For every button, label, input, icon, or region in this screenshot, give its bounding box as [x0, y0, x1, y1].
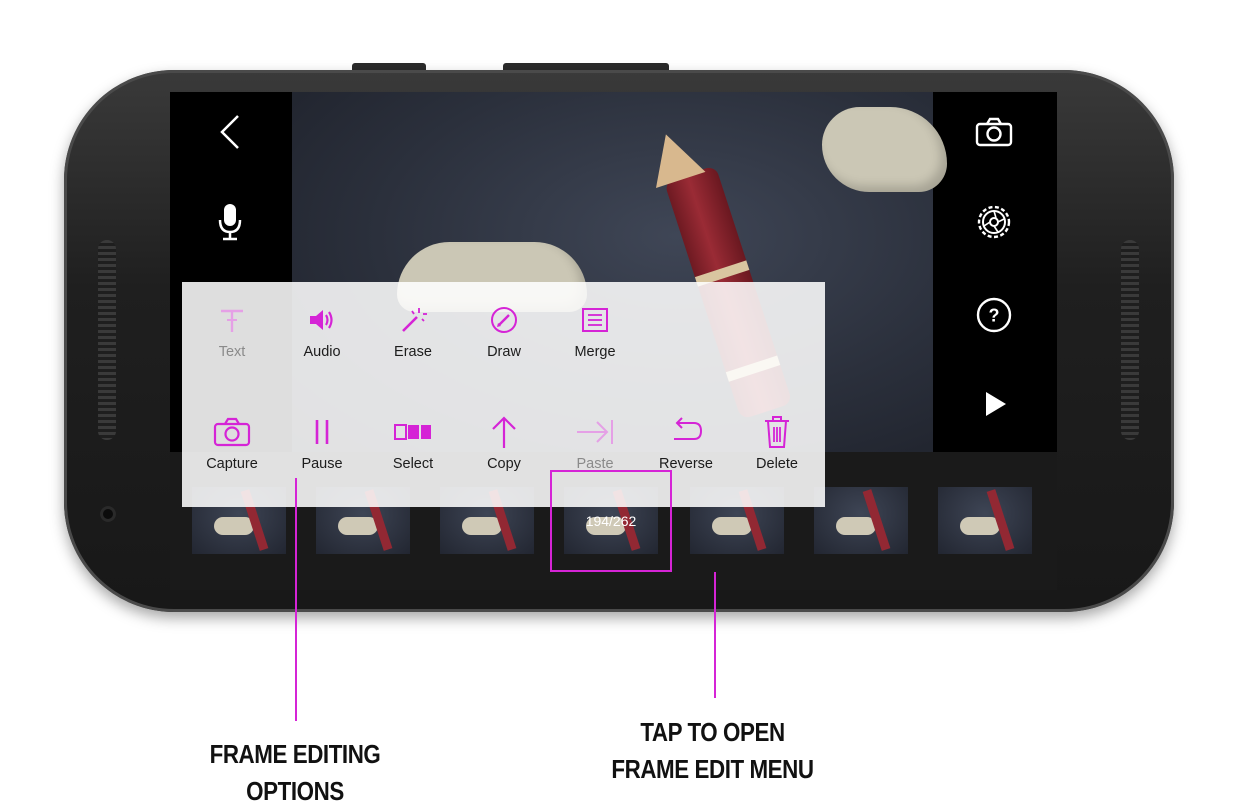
- frame-editing-callout-line2: OPTIONS: [246, 776, 344, 806]
- microphone-icon: [218, 204, 242, 241]
- tap-open-callout-line2: FRAME EDIT MENU: [611, 754, 814, 784]
- frame-editing-callout-line1: FRAME EDITING: [209, 739, 381, 769]
- play-icon: [986, 392, 1006, 416]
- menu-label-select: Select: [392, 456, 434, 472]
- frame-editing-callout: FRAME EDITING OPTIONS: [188, 736, 403, 810]
- menu-label-capture: Capture: [206, 456, 258, 472]
- menu-label-text: Text: [218, 344, 246, 360]
- aperture-gear-icon: [977, 205, 1011, 239]
- settings-button[interactable]: [974, 202, 1014, 242]
- menu-item-audio[interactable]: Audio: [282, 300, 362, 360]
- menu-item-select[interactable]: Select: [373, 412, 453, 472]
- magic-wand-icon: [402, 308, 427, 332]
- menu-label-audio: Audio: [303, 344, 341, 360]
- camera-icon: [975, 117, 1013, 147]
- text-icon: [221, 309, 243, 332]
- menu-label-delete: Delete: [756, 456, 798, 472]
- pause-icon: [315, 420, 329, 444]
- menu-item-copy[interactable]: Copy: [464, 412, 544, 472]
- help-button[interactable]: ?: [974, 295, 1014, 335]
- left-speaker-grille: [98, 240, 116, 440]
- menu-item-erase[interactable]: Erase: [373, 300, 453, 360]
- speaker-icon: [310, 310, 333, 330]
- arrow-up-icon: [492, 416, 516, 448]
- menu-item-paste[interactable]: Paste: [555, 412, 635, 472]
- current-frame-highlight: [550, 470, 672, 572]
- trash-icon: [765, 416, 789, 448]
- merge-document-icon: [582, 308, 608, 332]
- timeline-frame-7[interactable]: [938, 487, 1032, 554]
- tap-open-callout-line1: TAP TO OPEN: [640, 717, 785, 747]
- menu-label-draw: Draw: [487, 344, 521, 360]
- menu-label-erase: Erase: [394, 344, 432, 360]
- menu-item-capture[interactable]: Capture: [192, 412, 272, 472]
- paste-arrow-icon: [577, 420, 613, 444]
- svg-text:?: ?: [989, 306, 1000, 326]
- right-speaker-grille: [1121, 240, 1139, 440]
- play-button[interactable]: [976, 384, 1016, 424]
- menu-item-pause[interactable]: Pause: [282, 412, 362, 472]
- menu-label-pause: Pause: [301, 456, 343, 472]
- tap-open-callout-line: [714, 572, 716, 698]
- tap-open-callout: TAP TO OPEN FRAME EDIT MENU: [594, 714, 831, 788]
- microphone-button[interactable]: [210, 202, 250, 242]
- timeline-frame-6[interactable]: [814, 487, 908, 554]
- reverse-arrow-icon: [674, 417, 703, 440]
- menu-item-delete[interactable]: Delete: [737, 412, 817, 472]
- select-frames-icon: [394, 424, 431, 440]
- menu-item-reverse[interactable]: Reverse: [646, 412, 726, 472]
- chevron-left-icon: [220, 115, 239, 149]
- front-camera: [100, 506, 116, 522]
- menu-label-copy: Copy: [487, 456, 521, 472]
- paper-cloud-top-right: [822, 107, 947, 192]
- menu-item-draw[interactable]: Draw: [464, 300, 544, 360]
- frame-editing-callout-line: [295, 478, 297, 721]
- back-button[interactable]: [210, 112, 250, 152]
- pencil-circle-icon: [491, 307, 517, 333]
- camera-icon: [213, 417, 251, 447]
- frame-edit-menu: Text Audio Erase Draw Merge Capture Paus…: [182, 282, 825, 507]
- camera-button[interactable]: [974, 112, 1014, 152]
- menu-item-merge[interactable]: Merge: [555, 300, 635, 360]
- question-circle-icon: ?: [976, 297, 1012, 333]
- menu-item-text[interactable]: Text: [192, 300, 272, 360]
- menu-label-merge: Merge: [574, 344, 616, 360]
